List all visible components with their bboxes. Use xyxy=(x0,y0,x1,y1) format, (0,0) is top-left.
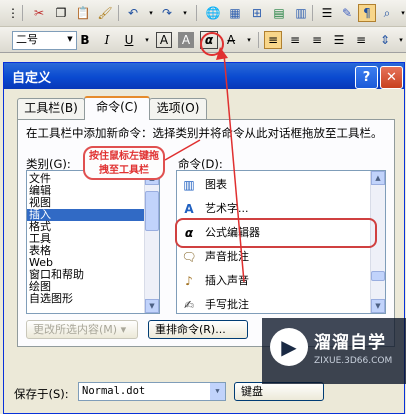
wordart-icon: A xyxy=(184,202,194,216)
chevron-down-icon[interactable]: ▼ xyxy=(210,383,225,400)
insert-sound-icon: ♪ xyxy=(185,274,193,288)
show-hide-icon[interactable]: ¶ xyxy=(358,4,376,22)
watermark-sub-text: ZIXUE.3D66.COM xyxy=(314,356,393,366)
drawing-icon[interactable]: ✎ xyxy=(338,4,356,22)
tables-borders-icon[interactable]: ▦ xyxy=(226,4,244,22)
logo-icon: ▶ xyxy=(270,328,308,366)
undo-icon[interactable]: ↶ xyxy=(124,4,142,22)
toolbar-separator xyxy=(258,32,259,48)
scroll-thumb[interactable] xyxy=(145,191,159,231)
equation-editor-button[interactable]: α xyxy=(200,31,218,49)
hyperlink-icon[interactable]: 🌐 xyxy=(204,4,222,22)
watermark-badge: ▶ 溜溜自学 ZIXUE.3D66.COM xyxy=(262,318,406,384)
scroll-up-icon[interactable]: ▲ xyxy=(371,171,385,185)
command-label: 插入声音 xyxy=(205,274,249,287)
save-in-value: Normal.dot xyxy=(82,385,146,397)
save-in-label: 保存于(S): xyxy=(14,387,69,401)
close-button[interactable]: ✕ xyxy=(380,66,403,89)
tab-toolbars[interactable]: 工具栏(B) xyxy=(17,98,85,119)
drag-instruction-callout: 按住鼠标左键拖拽至工具栏 xyxy=(83,146,165,180)
instruction-text: 在工具栏中添加新命令：选择类别并将命令从此对话框拖放至工具栏。 xyxy=(26,126,383,140)
standard-toolbar: ⋮ ✂ ❐ 📋 🖌 ↶ ▾ ↷ ▾ 🌐 ▦ ⊞ ▤ ▥ ☰ ✎ ¶ ⌕ ▾ xyxy=(0,0,406,27)
sound-comment-icon: 🗨 xyxy=(181,250,197,264)
format-painter-icon[interactable]: 🖌 xyxy=(96,4,114,22)
rearrange-commands-button[interactable]: 重排命令(R)... xyxy=(148,320,248,339)
formatting-toolbar: 二号 ▼ B I U ▾ A A α A̶ ▾ ≡ ≡ ≡ ☰ ≡ ⇕ ▾ xyxy=(0,27,406,53)
char-border-button[interactable]: A xyxy=(156,32,172,48)
help-button[interactable]: ? xyxy=(355,66,378,89)
modify-selection-button: 更改所选内容(M) ▾ xyxy=(26,320,138,339)
char-scale-icon[interactable]: A̶ xyxy=(222,31,240,49)
align-center-icon[interactable]: ≡ xyxy=(286,31,304,49)
redo-dropdown-icon[interactable]: ▾ xyxy=(176,4,194,22)
chart-icon: ▥ xyxy=(183,178,195,192)
command-item-sound-comment[interactable]: 🗨 声音批注 xyxy=(177,245,365,269)
underline-dropdown-icon[interactable]: ▾ xyxy=(138,31,156,49)
toolbar-separator xyxy=(312,5,313,21)
toolbar-separator xyxy=(196,5,197,21)
scroll-down-icon[interactable]: ▼ xyxy=(371,299,385,313)
cut-icon[interactable]: ✂ xyxy=(30,4,48,22)
bold-button[interactable]: B xyxy=(76,31,94,49)
commands-panel: 在工具栏中添加新命令：选择类别并将命令从此对话框拖放至工具栏。 类别(G): 命… xyxy=(17,119,395,347)
distributed-icon[interactable]: ☰ xyxy=(330,31,348,49)
align-justify-icon[interactable]: ≡ xyxy=(264,31,282,49)
command-item-handwriting[interactable]: ✍ 手写批注 xyxy=(177,293,365,313)
scroll-thumb[interactable] xyxy=(371,271,385,281)
italic-button[interactable]: I xyxy=(98,31,116,49)
align-right-icon[interactable]: ≡ xyxy=(308,31,326,49)
columns-icon[interactable]: ▥ xyxy=(292,4,310,22)
paste-icon[interactable]: 📋 xyxy=(74,4,92,22)
equation-editor-highlight xyxy=(175,218,377,248)
handwriting-icon: ✍ xyxy=(183,298,195,312)
insert-excel-icon[interactable]: ▤ xyxy=(270,4,288,22)
toolbar-separator xyxy=(22,5,23,21)
grip-handle[interactable]: ⋮ xyxy=(4,4,22,22)
list-item[interactable]: 自选图形 xyxy=(27,293,159,305)
scroll-down-icon[interactable]: ▼ xyxy=(145,299,159,313)
command-label: 手写批注 xyxy=(205,298,249,311)
copy-icon[interactable]: ❐ xyxy=(52,4,70,22)
tab-commands[interactable]: 命令(C) xyxy=(84,96,150,120)
toolbar-options-icon[interactable]: ▾ xyxy=(394,4,406,22)
command-item-insert-sound[interactable]: ♪ 插入声音 xyxy=(177,269,365,293)
document-map-icon[interactable]: ☰ xyxy=(318,4,336,22)
command-label: 图表 xyxy=(205,178,227,191)
categories-scrollbar[interactable]: ▲ ▼ xyxy=(144,171,159,313)
line-spacing-dropdown-icon[interactable]: ▾ xyxy=(392,31,406,49)
insert-table-icon[interactable]: ⊞ xyxy=(248,4,266,22)
toolbar-separator xyxy=(118,5,119,21)
watermark-main-text: 溜溜自学 xyxy=(314,333,386,353)
dialog-title: 自定义 xyxy=(12,71,52,86)
align-left-icon[interactable]: ≡ xyxy=(352,31,370,49)
categories-list[interactable]: 文件 编辑 视图 插入 格式 工具 表格 Web 窗口和帮助 绘图 自选图形 ▲… xyxy=(26,170,160,314)
chevron-down-icon[interactable]: ▼ xyxy=(64,32,76,47)
save-in-select[interactable]: Normal.dot ▼ xyxy=(78,382,226,401)
keyboard-button[interactable]: 键盘 xyxy=(234,382,324,401)
font-size-select[interactable]: 二号 ▼ xyxy=(12,31,77,50)
font-size-value: 二号 xyxy=(16,33,38,46)
char-scale-dropdown-icon[interactable]: ▾ xyxy=(240,31,258,49)
redo-icon[interactable]: ↷ xyxy=(158,4,176,22)
command-label: 声音批注 xyxy=(205,250,249,263)
dialog-title-bar: 自定义 ? ✕ xyxy=(4,63,404,89)
tab-options[interactable]: 选项(O) xyxy=(149,98,207,119)
char-shading-button[interactable]: A xyxy=(178,32,194,48)
command-item-chart[interactable]: ▥ 图表 xyxy=(177,173,365,197)
underline-button[interactable]: U xyxy=(120,31,138,49)
